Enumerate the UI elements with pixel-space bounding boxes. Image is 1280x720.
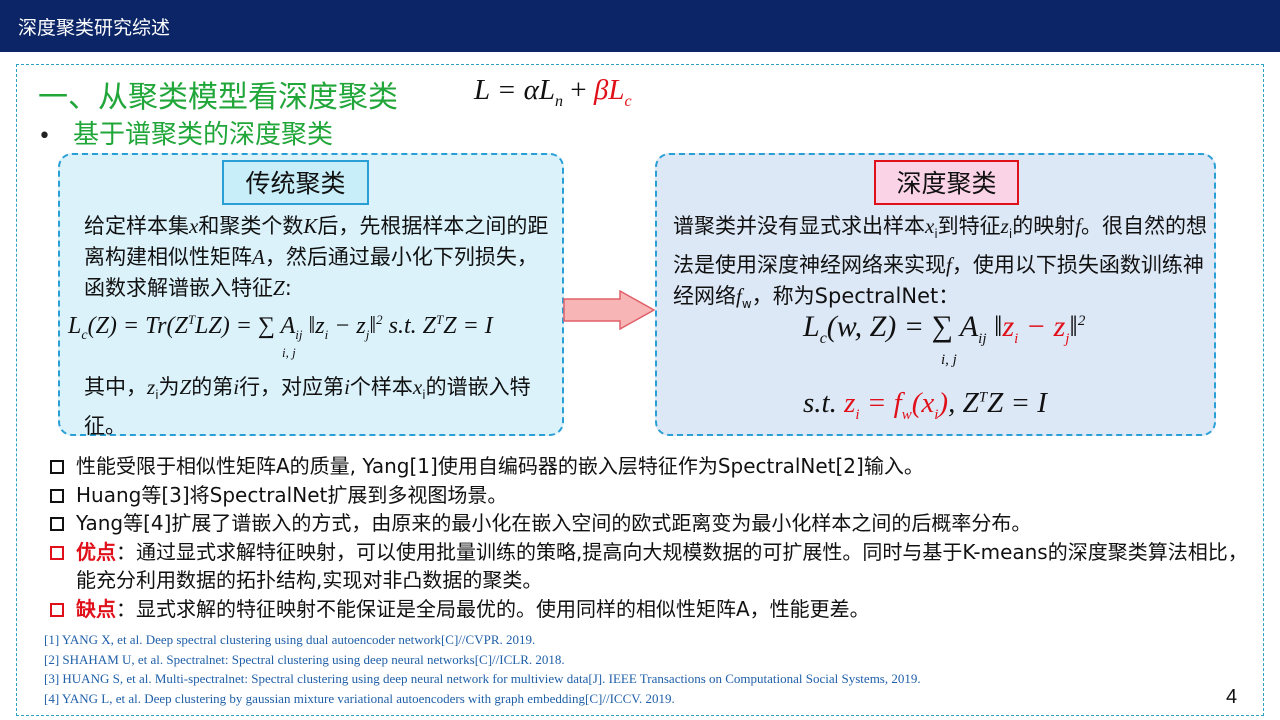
list-item-advantage: 优点：通过显式求解特征映射，可以使用批量训练的策略,提高向大规模数据的可扩展性。… [48, 538, 1248, 595]
bullet-dot: • [38, 124, 51, 149]
square-bullet-icon [50, 460, 64, 474]
square-bullet-icon [50, 517, 64, 531]
reference-item: [3] HUANG S, et al. Multi-spectralnet: S… [44, 671, 921, 686]
right-arrow-icon [563, 290, 656, 330]
section-title: 一、从聚类模型看深度聚类 [38, 80, 398, 115]
spectralnet-constraint-formula: s.t. zi = fw(xi), ZTZ = I [803, 387, 1047, 423]
header-title: 深度聚类研究综述 [18, 17, 171, 39]
spectral-loss-formula: Lc(Z) = Tr(ZTLZ) = ∑ Aij ‖zi − zj‖2 s.t.… [68, 312, 493, 360]
square-bullet-icon [50, 545, 64, 560]
references: [1] YANG X, et al. Deep spectral cluster… [44, 630, 921, 708]
subtitle: • 基于谱聚类的深度聚类 [38, 120, 333, 150]
list-item: 性能受限于相似性矩阵A的质量, Yang[1]使用自编码器的嵌入层特征作为Spe… [48, 452, 1248, 481]
reference-item: [2] SHAHAM U, et al. Spectralnet: Spectr… [44, 651, 565, 667]
header-bar: 深度聚类研究综述 [0, 0, 1280, 52]
page-number: 4 [1226, 686, 1238, 708]
objective-formula: L = αLn + βLc [474, 74, 632, 110]
list-item-disadvantage: 缺点：显式求解的特征映射不能保证是全局最优的。使用同样的相似性矩阵A，性能更差。 [48, 595, 1248, 624]
reference-item: [4] YANG L, et al. Deep clustering by ga… [44, 690, 675, 706]
deep-clustering-description: 谱聚类并没有显式求出样本xi到特征zi的映射f。很自然的想法是使用深度神经网络来… [673, 214, 1208, 312]
sum-index: i, j [941, 352, 957, 368]
list-item: Yang等[4]扩展了谱嵌入的方式，由原来的最小化在嵌入空间的欧式距离变为最小化… [48, 509, 1248, 538]
list-item: Huang等[3]将SpectralNet扩展到多视图场景。 [48, 481, 1248, 510]
traditional-clustering-note: 其中，zi为Z的第i行，对应第i个样本xi的谱嵌入特征。 [84, 375, 531, 439]
traditional-clustering-description: 给定样本集x和聚类个数K后，先根据样本之间的距离构建相似性矩阵A，然后通过最小化… [84, 214, 549, 300]
deep-clustering-tag: 深度聚类 [874, 160, 1019, 205]
square-bullet-icon [50, 488, 64, 503]
reference-item: [1] YANG X, et al. Deep spectral cluster… [44, 632, 536, 647]
sum-index: i, j [282, 345, 296, 360]
traditional-clustering-tag: 传统聚类 [222, 160, 369, 205]
spectralnet-loss-formula: Lc(w, Z) = ∑ Aij ‖zi − zj‖2 i, j [803, 310, 1086, 368]
summary-bullets: 性能受限于相似性矩阵A的质量, Yang[1]使用自编码器的嵌入层特征作为Spe… [48, 452, 1248, 623]
square-bullet-icon [50, 602, 64, 617]
